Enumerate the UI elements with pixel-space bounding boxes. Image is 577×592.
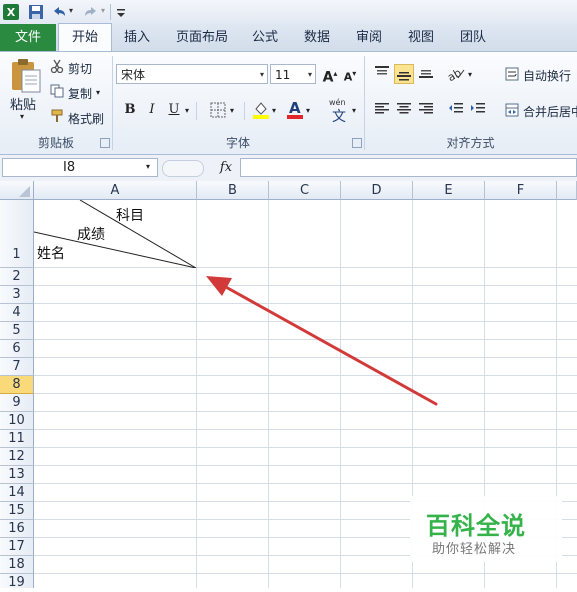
watermark: 百科全说 助你轻松解决 xyxy=(410,496,562,562)
watermark-title: 百科全说 xyxy=(426,512,526,540)
watermark-subtitle: 助你轻松解决 xyxy=(432,542,517,557)
